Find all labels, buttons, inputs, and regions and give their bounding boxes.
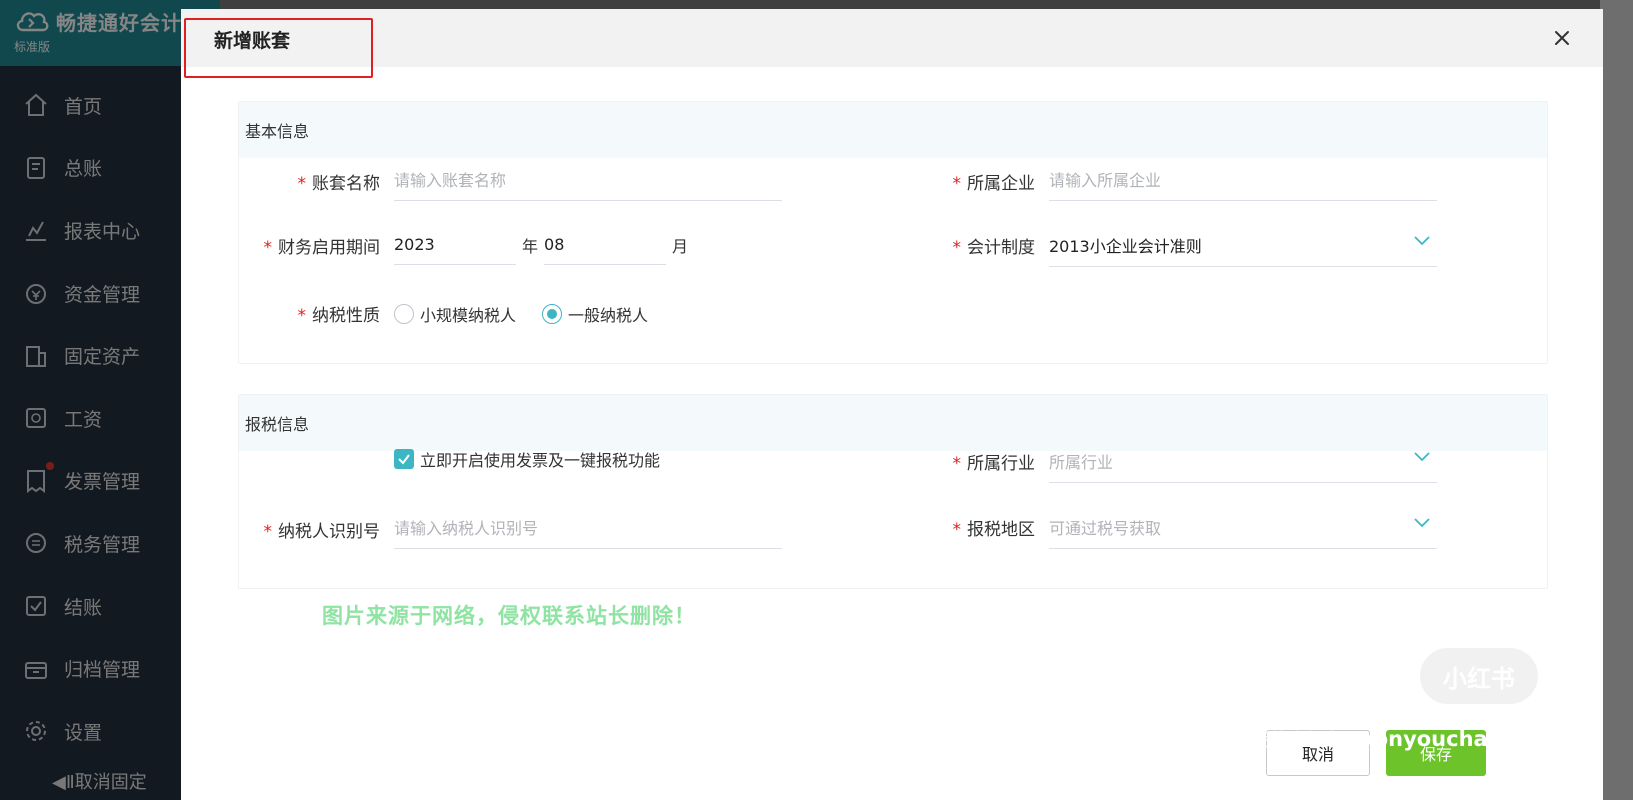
- start-period-label: 财务启用期间: [278, 237, 380, 258]
- invoice-feature-field: 立即开启使用发票及一键报税功能: [394, 447, 660, 471]
- radio-small-scale-label: 小规模纳税人: [420, 305, 517, 325]
- company-field: * 所属企业: [936, 161, 1437, 201]
- start-year-input[interactable]: [394, 225, 516, 265]
- dialog-header: 新增账套: [181, 9, 1603, 78]
- industry-placeholder: 所属行业: [1049, 452, 1114, 472]
- dialog-title: 新增账套: [214, 30, 291, 52]
- account-name-label: 账套名称: [312, 173, 380, 194]
- company-label: 所属企业: [967, 173, 1035, 194]
- close-icon: [1555, 31, 1569, 45]
- credit-handle: yonyouchanjet42: [1360, 727, 1564, 751]
- accounting-system-field: * 会计制度 2013小企业会计准则: [936, 223, 1437, 267]
- tax-info-section: 报税信息: [238, 394, 1548, 589]
- account-name-field: * 账套名称: [281, 161, 782, 201]
- taxpayer-type-label: 纳税性质: [312, 306, 380, 326]
- accounting-system-select[interactable]: 2013小企业会计准则: [1049, 223, 1437, 267]
- chevron-down-icon: [1414, 236, 1430, 246]
- industry-field: * 所属行业 所属行业: [936, 439, 1437, 483]
- tax-region-select[interactable]: 可通过税号获取: [1049, 505, 1437, 549]
- month-suffix: 月: [672, 237, 689, 256]
- company-input[interactable]: [1049, 161, 1437, 201]
- author-credit-watermark: 我的小红书号yonyouchanjet42: [1252, 726, 1563, 752]
- tin-input[interactable]: [394, 509, 782, 549]
- tax-region-label: 报税地区: [967, 519, 1035, 540]
- copyright-watermark: 图片来源于网络，侵权联系站长删除！: [322, 604, 696, 628]
- tax-region-field: * 报税地区 可通过税号获取: [936, 505, 1437, 549]
- accounting-system-label: 会计制度: [967, 237, 1035, 258]
- chevron-down-icon: [1414, 518, 1430, 528]
- start-month-input[interactable]: [544, 225, 667, 265]
- new-account-set-dialog: 新增账套 基本信息 *账套名称 *所属企业 *财务启用期间 年 月 *会计制度 …: [181, 9, 1603, 800]
- tin-label: 纳税人识别号: [278, 521, 380, 542]
- radio-general-label: 一般纳税人: [568, 305, 649, 325]
- accounting-system-value: 2013小企业会计准则: [1049, 236, 1202, 256]
- account-name-input[interactable]: [394, 161, 782, 201]
- chevron-down-icon: [1414, 452, 1430, 462]
- check-icon: [398, 454, 410, 465]
- taxpayer-type-field: * 纳税性质 小规模纳税人 一般纳税人: [281, 301, 648, 326]
- radio-circle-selected: [542, 303, 563, 324]
- basic-info-heading: 基本信息: [239, 102, 1547, 158]
- close-button[interactable]: [1551, 27, 1573, 49]
- credit-prefix: 我的小红书号: [1252, 730, 1360, 751]
- enable-invoice-checkbox[interactable]: 立即开启使用发票及一键报税功能: [394, 447, 660, 471]
- radio-circle: [394, 303, 414, 324]
- start-period-field: *财务启用期间 年 月: [231, 225, 694, 265]
- year-suffix: 年: [522, 237, 539, 256]
- taxpayer-type-radio-group: 小规模纳税人 一般纳税人: [394, 302, 648, 326]
- radio-small-scale[interactable]: 小规模纳税人: [394, 302, 516, 326]
- industry-select[interactable]: 所属行业: [1049, 439, 1437, 483]
- checkbox-checked: [394, 449, 414, 469]
- enable-invoice-label: 立即开启使用发票及一键报税功能: [420, 451, 661, 470]
- radio-general[interactable]: 一般纳税人: [542, 302, 648, 326]
- xiaohongshu-watermark-logo: 小红书: [1420, 648, 1538, 704]
- industry-label: 所属行业: [967, 453, 1035, 474]
- tax-region-placeholder: 可通过税号获取: [1049, 518, 1162, 538]
- tin-field: * 纳税人识别号: [231, 509, 782, 549]
